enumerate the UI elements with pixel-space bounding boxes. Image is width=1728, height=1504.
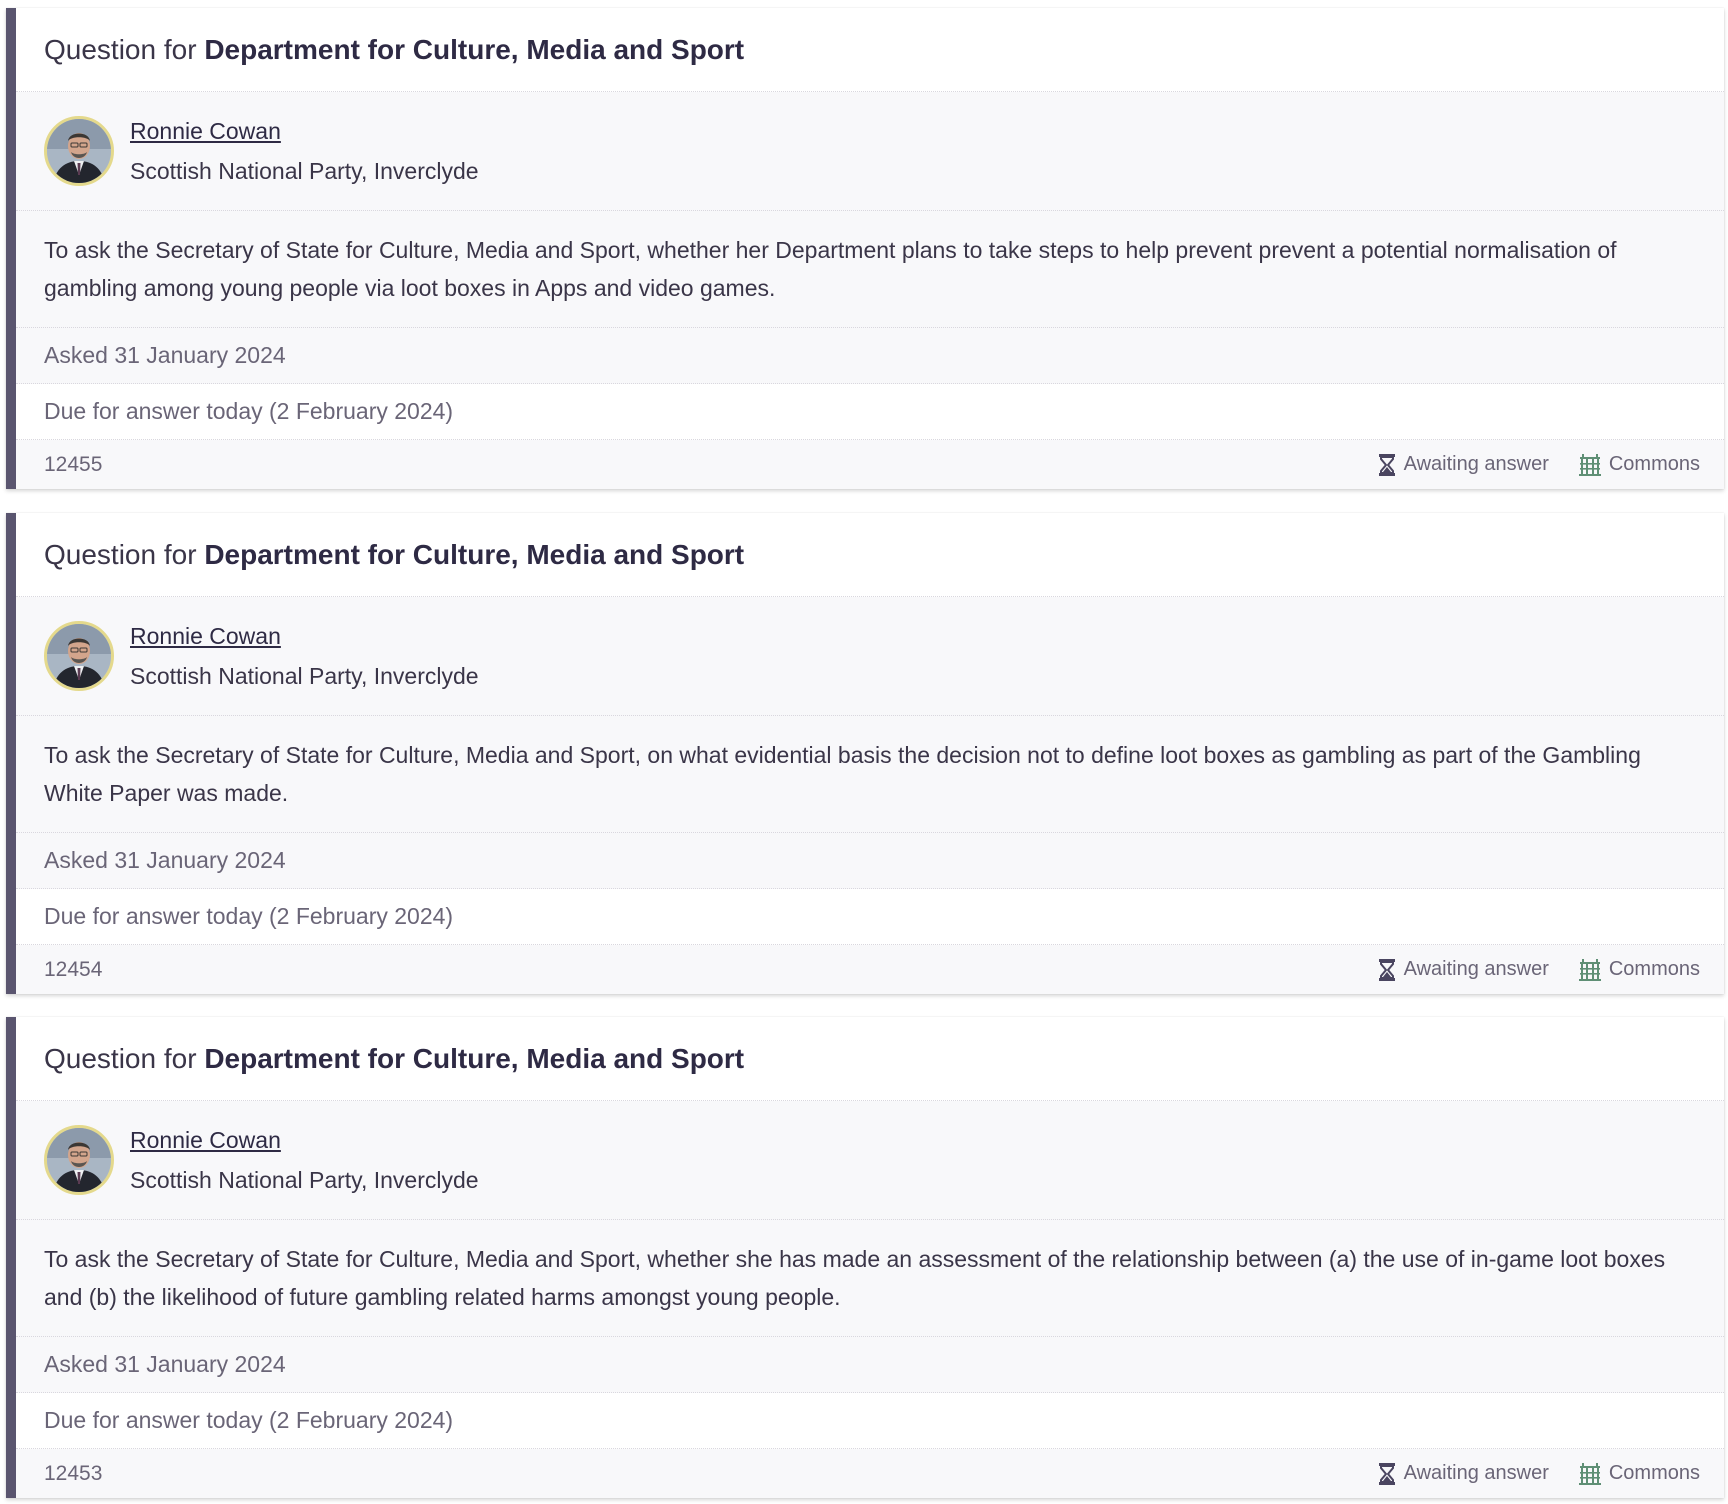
member-avatar[interactable] bbox=[44, 1125, 114, 1195]
question-text-row: To ask the Secretary of State for Cultur… bbox=[16, 1220, 1724, 1337]
house-tag: Commons bbox=[1578, 1462, 1700, 1485]
heading-prefix: Question for bbox=[44, 33, 197, 65]
hourglass-icon bbox=[1378, 958, 1395, 981]
house-label: Commons bbox=[1608, 958, 1700, 980]
house-label: Commons bbox=[1608, 453, 1700, 475]
house-label: Commons bbox=[1608, 1462, 1700, 1484]
question-footer: 12454 Awaiting answer Commons bbox=[16, 945, 1724, 994]
status-label: Awaiting answer bbox=[1403, 1462, 1549, 1484]
question-footer: 12453 Awaiting answer Commons bbox=[16, 1449, 1724, 1498]
member-portrait-icon bbox=[47, 1128, 111, 1192]
due-date: Due for answer today (2 February 2024) bbox=[44, 903, 454, 929]
member-portrait-icon bbox=[47, 624, 111, 688]
question-text: To ask the Secretary of State for Cultur… bbox=[44, 237, 1617, 301]
question-text-row: To ask the Secretary of State for Cultur… bbox=[16, 716, 1724, 833]
question-uin: 12455 bbox=[44, 452, 103, 476]
portcullis-icon bbox=[1578, 453, 1601, 476]
status-tags: Awaiting answer Commons bbox=[1378, 453, 1700, 476]
asked-row: Asked 31 January 2024 bbox=[16, 833, 1724, 889]
asked-date: Asked 31 January 2024 bbox=[44, 342, 286, 368]
status-label: Awaiting answer bbox=[1403, 453, 1549, 475]
question-uin: 12454 bbox=[44, 957, 103, 981]
due-row: Due for answer today (2 February 2024) bbox=[16, 889, 1724, 945]
portcullis-icon bbox=[1578, 958, 1601, 981]
heading-prefix: Question for bbox=[44, 538, 197, 570]
member-info: Ronnie Cowan Scottish National Party, In… bbox=[130, 616, 479, 696]
house-tag: Commons bbox=[1578, 453, 1700, 476]
question-heading: Question for Department for Culture, Med… bbox=[44, 539, 744, 571]
question-footer: 12455 Awaiting answer Commons bbox=[16, 440, 1724, 489]
status-label: Awaiting answer bbox=[1403, 958, 1549, 980]
portcullis-icon bbox=[1578, 1462, 1601, 1485]
hourglass-icon bbox=[1378, 453, 1395, 476]
asked-date: Asked 31 January 2024 bbox=[44, 847, 286, 873]
member-avatar[interactable] bbox=[44, 116, 114, 186]
member-party: Scottish National Party, Inverclyde bbox=[130, 663, 479, 689]
asked-row: Asked 31 January 2024 bbox=[16, 1337, 1724, 1393]
house-tag: Commons bbox=[1578, 958, 1700, 981]
due-row: Due for answer today (2 February 2024) bbox=[16, 384, 1724, 440]
asked-row: Asked 31 January 2024 bbox=[16, 328, 1724, 384]
due-date: Due for answer today (2 February 2024) bbox=[44, 398, 454, 424]
question-heading: Question for Department for Culture, Med… bbox=[44, 34, 744, 66]
member-row: Ronnie Cowan Scottish National Party, In… bbox=[16, 597, 1724, 716]
heading-prefix: Question for bbox=[44, 1042, 197, 1074]
asked-date: Asked 31 January 2024 bbox=[44, 1351, 286, 1377]
status-tag: Awaiting answer bbox=[1378, 453, 1549, 476]
question-card[interactable]: Question for Department for Culture, Med… bbox=[6, 8, 1724, 489]
question-card[interactable]: Question for Department for Culture, Med… bbox=[6, 513, 1724, 994]
member-name-link[interactable]: Ronnie Cowan bbox=[130, 111, 479, 151]
member-party: Scottish National Party, Inverclyde bbox=[130, 1167, 479, 1193]
question-heading-row: Question for Department for Culture, Med… bbox=[16, 8, 1724, 92]
question-heading: Question for Department for Culture, Med… bbox=[44, 1043, 744, 1075]
member-row: Ronnie Cowan Scottish National Party, In… bbox=[16, 1101, 1724, 1220]
member-party: Scottish National Party, Inverclyde bbox=[130, 158, 479, 184]
hourglass-icon bbox=[1378, 1462, 1395, 1485]
question-text: To ask the Secretary of State for Cultur… bbox=[44, 742, 1641, 806]
question-heading-row: Question for Department for Culture, Med… bbox=[16, 1017, 1724, 1101]
status-tags: Awaiting answer Commons bbox=[1378, 958, 1700, 981]
due-row: Due for answer today (2 February 2024) bbox=[16, 1393, 1724, 1449]
question-heading-row: Question for Department for Culture, Med… bbox=[16, 513, 1724, 597]
member-row: Ronnie Cowan Scottish National Party, In… bbox=[16, 92, 1724, 211]
member-name-link[interactable]: Ronnie Cowan bbox=[130, 1120, 479, 1160]
department-name: Department for Culture, Media and Sport bbox=[204, 538, 745, 570]
question-uin: 12453 bbox=[44, 1461, 103, 1485]
question-text: To ask the Secretary of State for Cultur… bbox=[44, 1246, 1666, 1310]
department-name: Department for Culture, Media and Sport bbox=[204, 1042, 745, 1074]
question-text-row: To ask the Secretary of State for Cultur… bbox=[16, 211, 1724, 328]
department-name: Department for Culture, Media and Sport bbox=[204, 33, 745, 65]
member-info: Ronnie Cowan Scottish National Party, In… bbox=[130, 1120, 479, 1200]
due-date: Due for answer today (2 February 2024) bbox=[44, 1407, 454, 1433]
status-tags: Awaiting answer Commons bbox=[1378, 1462, 1700, 1485]
member-name-link[interactable]: Ronnie Cowan bbox=[130, 616, 479, 656]
status-tag: Awaiting answer bbox=[1378, 1462, 1549, 1485]
question-card[interactable]: Question for Department for Culture, Med… bbox=[6, 1017, 1724, 1498]
member-info: Ronnie Cowan Scottish National Party, In… bbox=[130, 111, 479, 191]
status-tag: Awaiting answer bbox=[1378, 958, 1549, 981]
member-portrait-icon bbox=[47, 119, 111, 183]
question-list: Question for Department for Culture, Med… bbox=[0, 0, 1728, 1504]
member-avatar[interactable] bbox=[44, 621, 114, 691]
